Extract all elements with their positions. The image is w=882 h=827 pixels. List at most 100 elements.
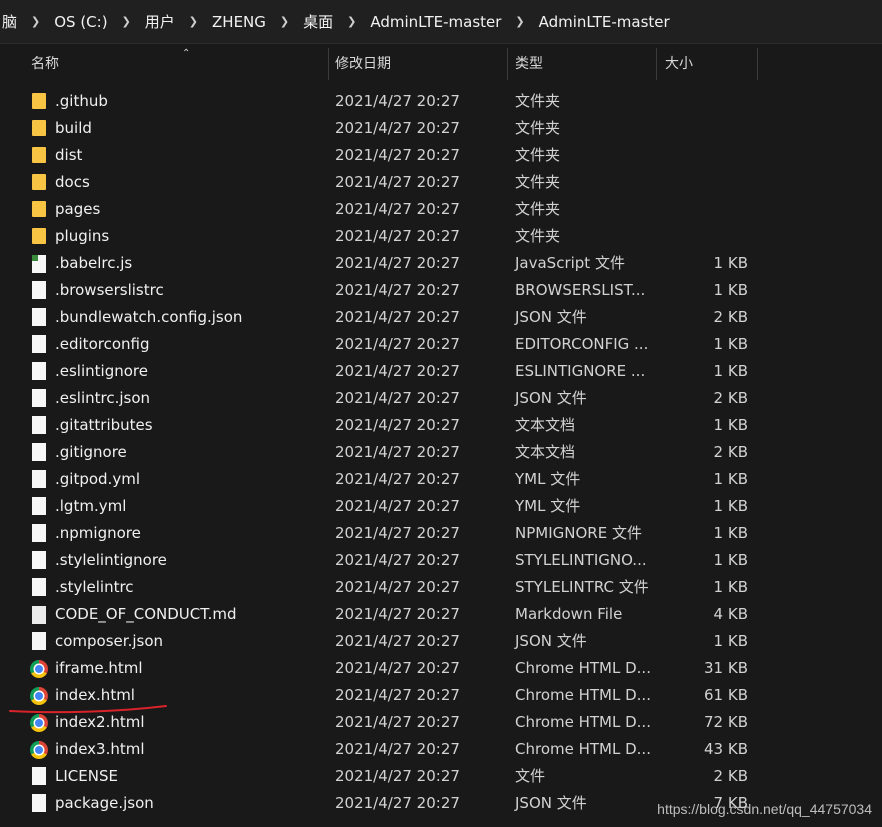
address-bar[interactable]: 脑 ❯ OS (C:) ❯ 用户 ❯ ZHENG ❯ 桌面 ❯ AdminLTE… xyxy=(0,0,882,44)
file-row[interactable]: .stylelintignore 2021/4/27 20:27 STYLELINT… xyxy=(0,547,882,574)
file-row[interactable]: LICENSE 2021/4/27 20:27 文件 2 KB xyxy=(0,763,882,790)
folder-icon xyxy=(32,120,46,136)
file-modified: 2021/4/27 20:27 xyxy=(335,335,460,353)
file-name: index3.html xyxy=(55,740,145,758)
file-name: .bundlewatch.config.json xyxy=(55,308,243,326)
file-size: 1 KB xyxy=(713,470,748,488)
file-row[interactable]: docs 2021/4/27 20:27 文件夹 xyxy=(0,169,882,196)
chevron-right-icon[interactable]: ❯ xyxy=(179,15,208,28)
file-row[interactable]: composer.json 2021/4/27 20:27 JSON 文件 1 KB xyxy=(0,628,882,655)
file-modified: 2021/4/27 20:27 xyxy=(335,686,460,704)
file-type: 文件夹 xyxy=(515,119,561,137)
breadcrumb-item[interactable]: AdminLTE-master xyxy=(535,13,674,31)
column-header-modified[interactable]: 修改日期 xyxy=(328,48,508,80)
column-header-type[interactable]: 类型 xyxy=(508,48,657,80)
file-type: 文件 xyxy=(515,767,546,785)
file-modified: 2021/4/27 20:27 xyxy=(335,227,460,245)
file-modified: 2021/4/27 20:27 xyxy=(335,740,460,758)
file-row[interactable]: .github 2021/4/27 20:27 文件夹 xyxy=(0,88,882,115)
file-type: JSON 文件 xyxy=(515,794,587,812)
file-modified: 2021/4/27 20:27 xyxy=(335,632,460,650)
file-row[interactable]: iframe.html 2021/4/27 20:27 Chrome HTML D.… xyxy=(0,655,882,682)
file-icon xyxy=(32,767,46,785)
file-type: Chrome HTML D... xyxy=(515,713,651,731)
file-row[interactable]: .lgtm.yml 2021/4/27 20:27 YML 文件 1 KB xyxy=(0,493,882,520)
file-modified: 2021/4/27 20:27 xyxy=(335,173,460,191)
file-icon xyxy=(32,362,46,380)
file-size: 2 KB xyxy=(713,443,748,461)
file-name: .gitignore xyxy=(55,443,127,461)
file-modified: 2021/4/27 20:27 xyxy=(335,578,460,596)
breadcrumb-item[interactable]: AdminLTE-master xyxy=(366,13,505,31)
file-row[interactable]: plugins 2021/4/27 20:27 文件夹 xyxy=(0,223,882,250)
file-size: 43 KB xyxy=(704,740,748,758)
file-modified: 2021/4/27 20:27 xyxy=(335,92,460,110)
file-icon xyxy=(32,389,46,407)
file-row[interactable]: .browserslistrc 2021/4/27 20:27 BROWSERSLI… xyxy=(0,277,882,304)
file-name: .babelrc.js xyxy=(55,254,133,272)
file-size: 1 KB xyxy=(713,281,748,299)
file-row[interactable]: dist 2021/4/27 20:27 文件夹 xyxy=(0,142,882,169)
breadcrumb-item[interactable]: 用户 xyxy=(141,11,179,32)
file-size: 61 KB xyxy=(704,686,748,704)
file-row[interactable]: index3.html 2021/4/27 20:27 Chrome HTML D.… xyxy=(0,736,882,763)
file-name: .stylelintrc xyxy=(55,578,134,596)
chevron-right-icon[interactable]: ❯ xyxy=(21,15,50,28)
file-icon xyxy=(32,578,46,596)
column-header-name[interactable]: ⌃ 名称 xyxy=(24,48,329,80)
file-size: 2 KB xyxy=(713,389,748,407)
breadcrumb-item[interactable]: OS (C:) xyxy=(50,13,111,31)
file-name: .gitpod.yml xyxy=(55,470,140,488)
file-modified: 2021/4/27 20:27 xyxy=(335,200,460,218)
breadcrumb-item[interactable]: ZHENG xyxy=(208,13,270,31)
file-name: .gitattributes xyxy=(55,416,153,434)
watermark: https://blog.csdn.net/qq_44757034 xyxy=(657,801,872,817)
folder-icon xyxy=(32,174,46,190)
file-row[interactable]: build 2021/4/27 20:27 文件夹 xyxy=(0,115,882,142)
file-row[interactable]: pages 2021/4/27 20:27 文件夹 xyxy=(0,196,882,223)
file-modified: 2021/4/27 20:27 xyxy=(335,146,460,164)
file-type: NPMIGNORE 文件 xyxy=(515,524,642,542)
file-row[interactable]: .stylelintrc 2021/4/27 20:27 STYLELINTRC 文… xyxy=(0,574,882,601)
file-type: JSON 文件 xyxy=(515,308,587,326)
file-type: Chrome HTML D... xyxy=(515,659,651,677)
file-size: 1 KB xyxy=(713,551,748,569)
file-row[interactable]: .eslintrc.json 2021/4/27 20:27 JSON 文件 2 KB xyxy=(0,385,882,412)
file-type: JSON 文件 xyxy=(515,389,587,407)
chrome-icon xyxy=(30,741,48,759)
file-icon xyxy=(32,308,46,326)
column-header-size[interactable]: 大小 xyxy=(658,48,758,80)
file-row[interactable]: .bundlewatch.config.json 2021/4/27 20:27 J… xyxy=(0,304,882,331)
file-type: Markdown File xyxy=(515,605,623,623)
chevron-right-icon[interactable]: ❯ xyxy=(270,15,299,28)
file-row[interactable]: .eslintignore 2021/4/27 20:27 ESLINTIGNORE… xyxy=(0,358,882,385)
file-size: 1 KB xyxy=(713,578,748,596)
file-type: EDITORCONFIG ... xyxy=(515,335,649,353)
file-icon xyxy=(32,470,46,488)
file-row[interactable]: CODE_OF_CONDUCT.md 2021/4/27 20:27 Markdow… xyxy=(0,601,882,628)
chevron-right-icon[interactable]: ❯ xyxy=(112,15,141,28)
chevron-right-icon[interactable]: ❯ xyxy=(505,15,534,28)
file-modified: 2021/4/27 20:27 xyxy=(335,524,460,542)
folder-icon xyxy=(32,201,46,217)
file-modified: 2021/4/27 20:27 xyxy=(335,416,460,434)
file-name: .lgtm.yml xyxy=(55,497,127,515)
file-row[interactable]: .editorconfig 2021/4/27 20:27 EDITORCONFIG… xyxy=(0,331,882,358)
file-row[interactable]: .gitignore 2021/4/27 20:27 文本文档 2 KB xyxy=(0,439,882,466)
file-type: STYLELINTRC 文件 xyxy=(515,578,649,596)
file-type: 文件夹 xyxy=(515,92,561,110)
file-icon xyxy=(32,632,46,650)
file-row[interactable]: .babelrc.js 2021/4/27 20:27 JavaScript 文件 1… xyxy=(0,250,882,277)
file-row[interactable]: .gitpod.yml 2021/4/27 20:27 YML 文件 1 KB xyxy=(0,466,882,493)
file-modified: 2021/4/27 20:27 xyxy=(335,659,460,677)
breadcrumb-item[interactable]: 脑 xyxy=(0,11,21,32)
file-row[interactable]: .npmignore 2021/4/27 20:27 NPMIGNORE 文件 1 K… xyxy=(0,520,882,547)
file-modified: 2021/4/27 20:27 xyxy=(335,308,460,326)
file-size: 1 KB xyxy=(713,632,748,650)
file-size: 2 KB xyxy=(713,767,748,785)
file-size: 1 KB xyxy=(713,335,748,353)
chrome-icon xyxy=(30,714,48,732)
chevron-right-icon[interactable]: ❯ xyxy=(337,15,366,28)
breadcrumb-item[interactable]: 桌面 xyxy=(299,11,337,32)
file-row[interactable]: .gitattributes 2021/4/27 20:27 文本文档 1 KB xyxy=(0,412,882,439)
